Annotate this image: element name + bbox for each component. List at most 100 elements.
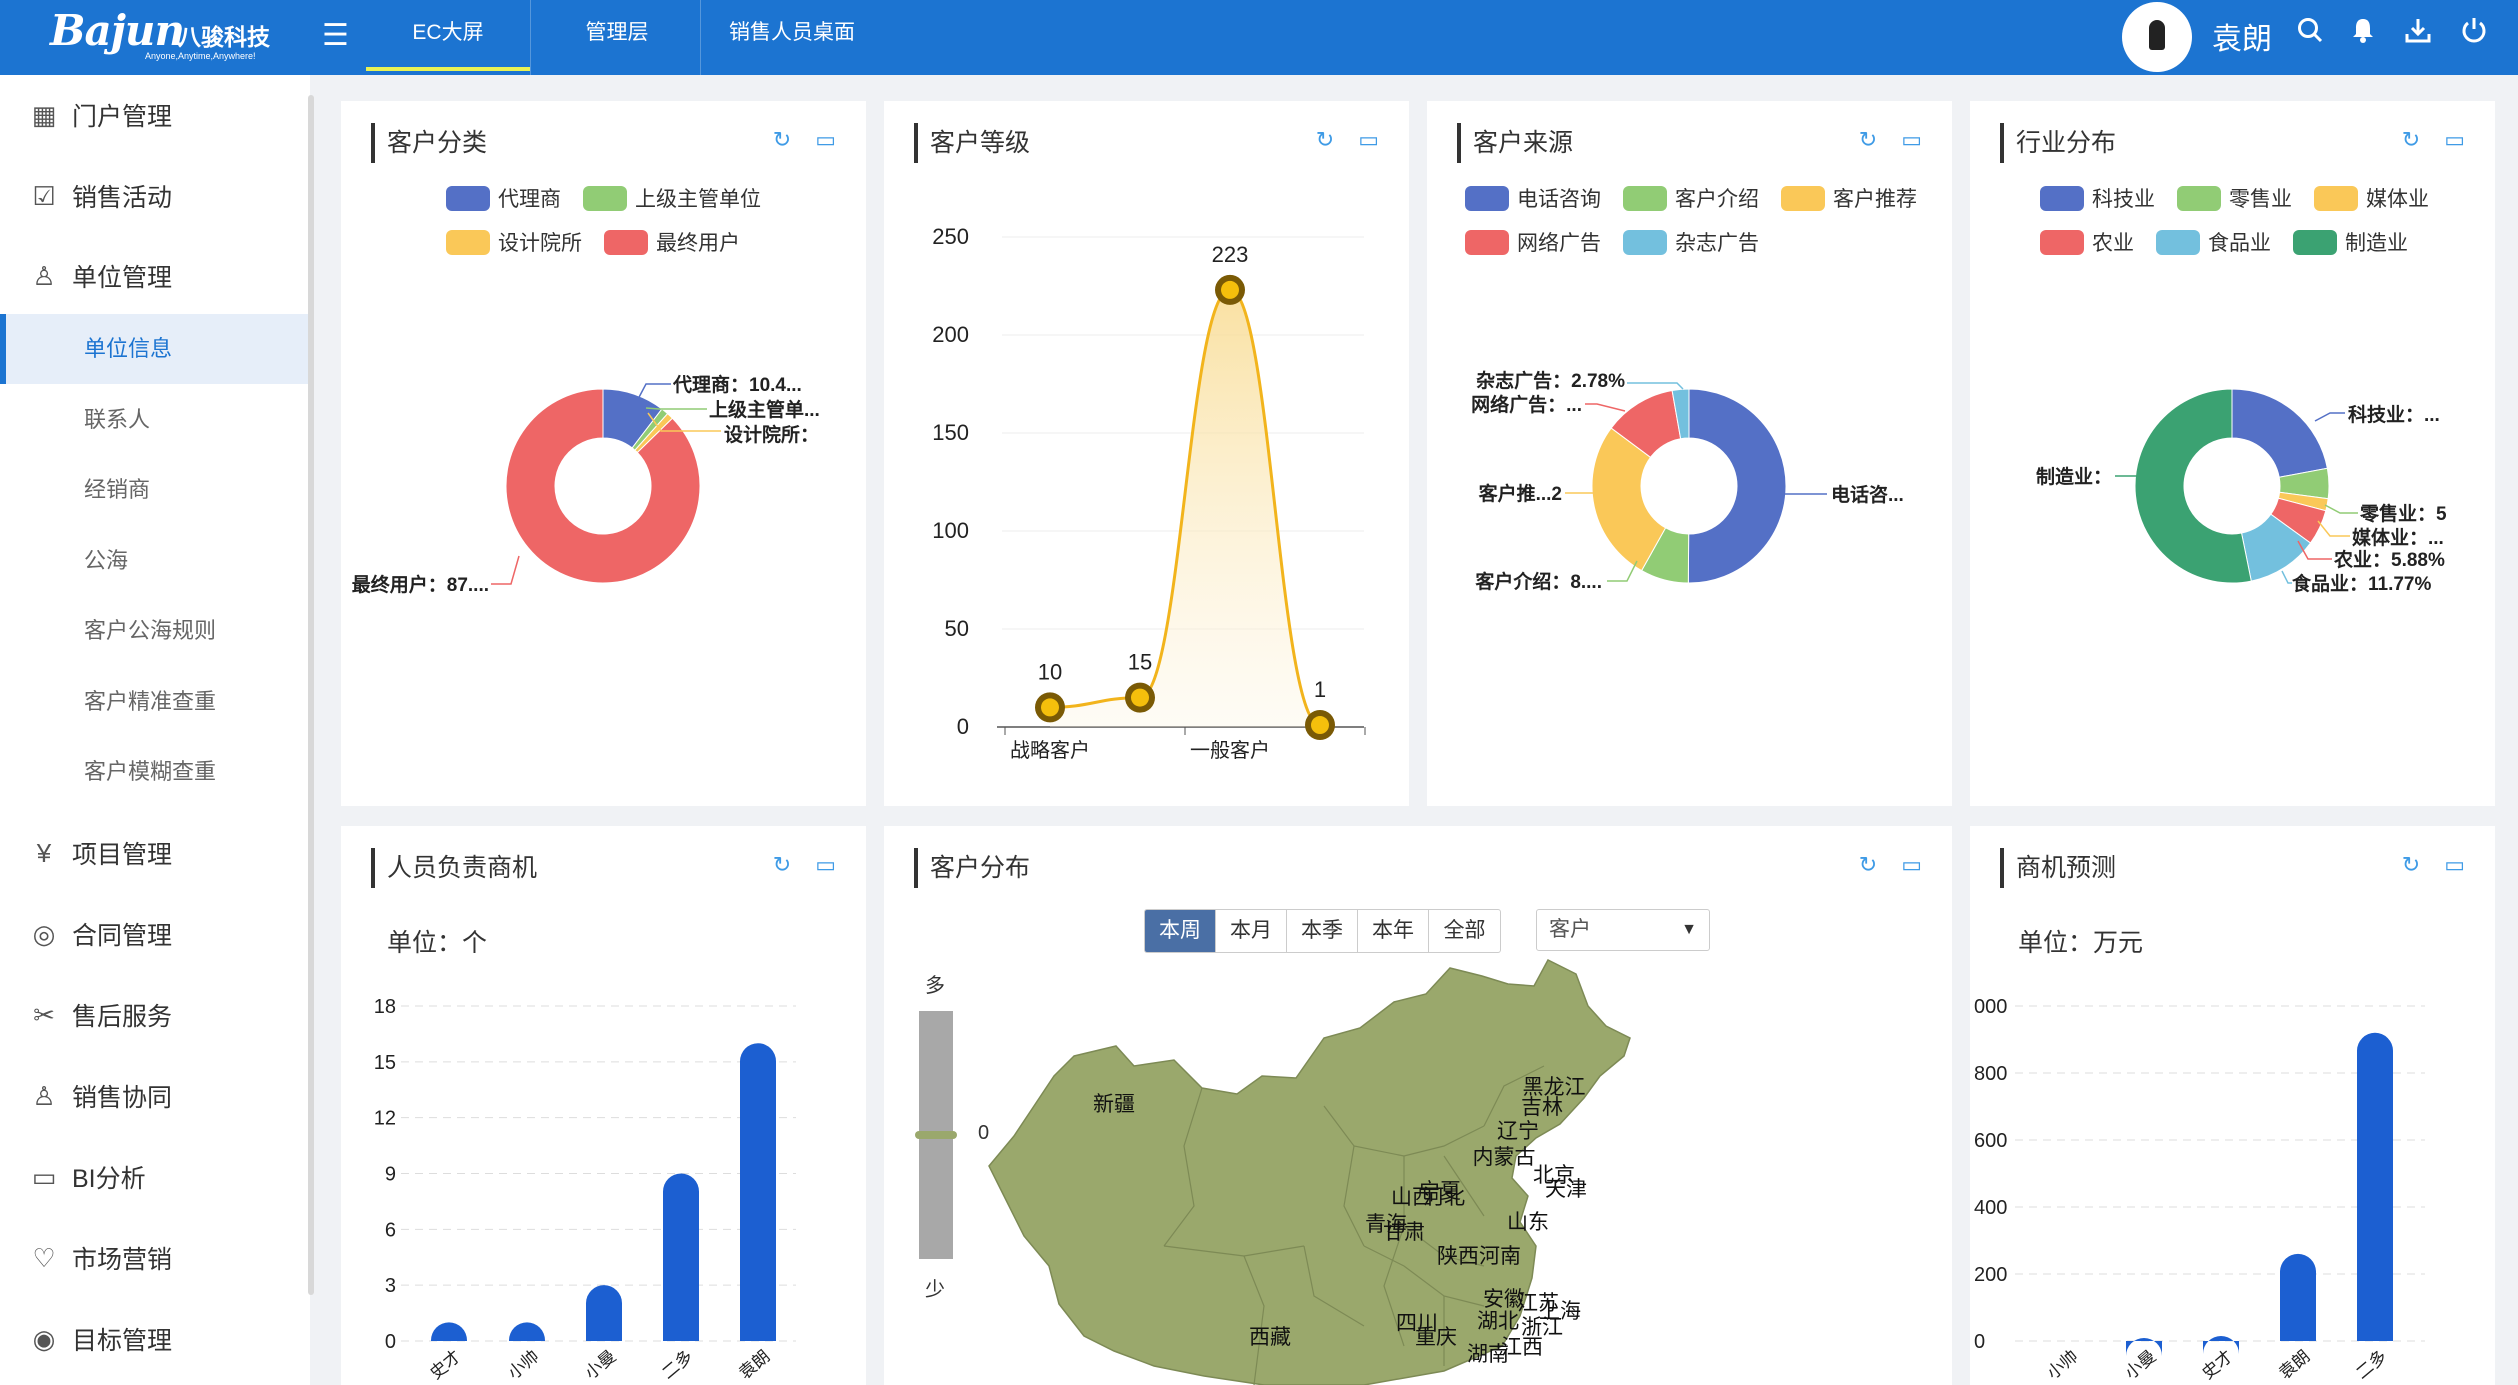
slice-label: 网络广告：... bbox=[1471, 393, 1582, 416]
y-tick-label: 200 bbox=[1974, 1264, 2007, 1286]
region-label: 重庆 bbox=[1415, 1326, 1457, 1349]
tab-ec-screen[interactable]: EC大屏 bbox=[366, 0, 530, 75]
x-tick-label: 二多 bbox=[658, 1347, 696, 1383]
top-bar: Bajun 八骏科技 Anyone,Anytime,Anywhere! ☰ EC… bbox=[0, 0, 2518, 75]
data-point bbox=[1311, 716, 1329, 735]
search-icon[interactable] bbox=[2296, 16, 2324, 51]
user-name[interactable]: 袁朗 bbox=[2212, 14, 2272, 58]
y-tick-label: 50 bbox=[945, 616, 969, 641]
y-tick-label: 0 bbox=[957, 714, 969, 739]
brand-name: Bajun bbox=[50, 6, 185, 55]
slice-label: 科技业：... bbox=[2348, 403, 2440, 426]
label-line bbox=[2324, 504, 2358, 514]
label-line bbox=[2314, 412, 2345, 422]
y-tick-label: 150 bbox=[932, 420, 969, 445]
region-label: 甘肃 bbox=[1383, 1221, 1425, 1244]
card-industry: 行业分布 ↻ ▭ 科技业 零售业 媒体业 农业 食品业 制造业 科技业：... 零售业：5 媒体… bbox=[1970, 101, 2495, 806]
bar bbox=[740, 1043, 776, 1341]
y-tick-label: 000 bbox=[1974, 996, 2007, 1018]
region-label: 河南 bbox=[1479, 1245, 1521, 1268]
x-tick-label: 战略客户 bbox=[1010, 739, 1090, 762]
sidebar-sub-pool-rules[interactable]: 客户公海规则 bbox=[0, 596, 310, 666]
slice-label: 代理商：10.4... bbox=[672, 373, 802, 396]
label-line bbox=[491, 555, 520, 585]
y-tick-label: 6 bbox=[385, 1219, 396, 1241]
tab-management[interactable]: 管理层 bbox=[531, 0, 703, 75]
bar-chart: 0 200 400 600 800 000 小帅 小曼 史才 袁朗 二多 bbox=[1974, 996, 2425, 1383]
bar bbox=[431, 1322, 467, 1341]
x-tick-label: 史才 bbox=[426, 1347, 464, 1383]
sidebar-sub-contacts[interactable]: 联系人 bbox=[0, 385, 310, 455]
sidebar-item-marketing[interactable]: ♡ 市场营销 bbox=[0, 1228, 310, 1288]
sidebar-sub-fuzzy-dedup[interactable]: 客户模糊查重 bbox=[0, 737, 310, 807]
brand-logo[interactable]: Bajun 八骏科技 Anyone,Anytime,Anywhere! bbox=[50, 6, 290, 66]
label-line bbox=[1585, 403, 1626, 412]
x-tick-label: 小曼 bbox=[581, 1347, 619, 1383]
sidebar-item-label: 市场营销 bbox=[72, 1246, 173, 1274]
x-tick-label: 二多 bbox=[2352, 1347, 2390, 1383]
sidebar-item-label: 门户管理 bbox=[72, 103, 173, 131]
sidebar-item-goals[interactable]: ◉ 目标管理 bbox=[0, 1309, 310, 1369]
donut-chart: 电话咨... 客户介绍：8.... 客户推...2 网络广告：...杂志广告：2.78… bbox=[1471, 369, 1904, 593]
donut-chart: 科技业：... 零售业：5媒体业：...农业：5.88%食品业：11.77% 制造业… bbox=[2036, 388, 2447, 595]
x-tick-label: 史才 bbox=[2198, 1347, 2236, 1383]
y-tick-label: 3 bbox=[385, 1275, 396, 1297]
bar bbox=[2357, 1032, 2393, 1341]
data-point bbox=[1221, 280, 1239, 299]
slice-label: 杂志广告：2.78% bbox=[1476, 369, 1625, 392]
donut-chart: 代理商：10.4...上级主管单...设计院所： 最终用户：87.... bbox=[352, 373, 820, 596]
sidebar-scrollbar[interactable] bbox=[308, 95, 314, 1295]
sidebar-sub-exact-dedup[interactable]: 客户精准查重 bbox=[0, 667, 310, 737]
sidebar-sub-distributors[interactable]: 经销商 bbox=[0, 455, 310, 525]
y-tick-label: 18 bbox=[374, 996, 396, 1018]
data-label: 1 bbox=[1314, 677, 1326, 702]
region-label: 河北 bbox=[1423, 1186, 1465, 1209]
y-tick-label: 9 bbox=[385, 1164, 396, 1186]
slice-label: 设计院所： bbox=[724, 423, 819, 446]
y-tick-label: 250 bbox=[932, 224, 969, 249]
x-tick-label: 小曼 bbox=[2121, 1347, 2159, 1383]
data-label: 10 bbox=[1038, 659, 1062, 684]
label-line bbox=[645, 407, 707, 410]
menu-toggle-icon[interactable]: ☰ bbox=[322, 18, 349, 53]
avatar[interactable] bbox=[2122, 2, 2192, 72]
y-tick-label: 15 bbox=[374, 1052, 396, 1074]
sidebar-item-label: 售后服务 bbox=[72, 1003, 173, 1031]
sidebar-item-label: 合同管理 bbox=[72, 922, 173, 950]
sidebar-sub-unit-info[interactable]: 单位信息 bbox=[0, 314, 310, 384]
sidebar-item-unit-management[interactable]: ♙ 单位管理 bbox=[0, 246, 310, 306]
line-area bbox=[1050, 289, 1320, 727]
bell-icon[interactable] bbox=[2350, 16, 2376, 51]
person-icon: ♙ bbox=[32, 1080, 56, 1111]
calendar-check-icon: ☑ bbox=[32, 180, 56, 211]
x-tick-label: 袁朗 bbox=[735, 1347, 773, 1383]
sidebar-item-portal[interactable]: ▦ 门户管理 bbox=[0, 85, 310, 145]
sidebar-item-projects[interactable]: ¥ 项目管理 bbox=[0, 823, 310, 883]
sidebar-sub-public-pool[interactable]: 公海 bbox=[0, 526, 310, 596]
sidebar-item-after-sales[interactable]: ✂ 售后服务 bbox=[0, 985, 310, 1045]
slice-label: 客户介绍：8.... bbox=[1475, 570, 1602, 593]
tab-sales-desktop[interactable]: 销售人员桌面 bbox=[701, 0, 883, 75]
sidebar-item-bi[interactable]: ▭ BI分析 bbox=[0, 1147, 310, 1207]
y-tick-label: 600 bbox=[1974, 1130, 2007, 1152]
download-icon[interactable] bbox=[2404, 16, 2432, 51]
bar bbox=[509, 1322, 545, 1341]
x-tick-label: 小帅 bbox=[2043, 1347, 2081, 1383]
sidebar-item-sales-activity[interactable]: ☑ 销售活动 bbox=[0, 166, 310, 226]
label-line bbox=[2317, 520, 2350, 537]
card-staff-opportunities: 人员负责商机 ↻ ▭ 单位：个 0 3 6 9 12 15 18 史才 小帅 小曼 二多 袁朗 bbox=[341, 826, 866, 1385]
slice-label: 电话咨... bbox=[1831, 483, 1904, 506]
bar bbox=[2280, 1253, 2316, 1341]
region-label: 湖北 bbox=[1477, 1310, 1519, 1333]
sidebar-item-contracts[interactable]: ◎ 合同管理 bbox=[0, 904, 310, 964]
power-icon[interactable] bbox=[2460, 16, 2488, 51]
sidebar-item-collaboration[interactable]: ♙ 销售协同 bbox=[0, 1066, 310, 1126]
region-label: 山东 bbox=[1507, 1211, 1549, 1234]
data-point bbox=[1131, 688, 1149, 707]
sidebar-item-label: 销售协同 bbox=[72, 1084, 173, 1112]
sidebar-item-label: 销售活动 bbox=[72, 184, 173, 212]
card-forecast: 商机预测 ↻ ▭ 单位：万元 0 200 400 600 800 000 小帅 小曼 史才 袁朗 二多 bbox=[1970, 826, 2495, 1385]
pie-slice bbox=[1687, 388, 1787, 584]
slice-label: 食品业：11.77% bbox=[2292, 572, 2431, 595]
data-label: 15 bbox=[1128, 650, 1152, 675]
